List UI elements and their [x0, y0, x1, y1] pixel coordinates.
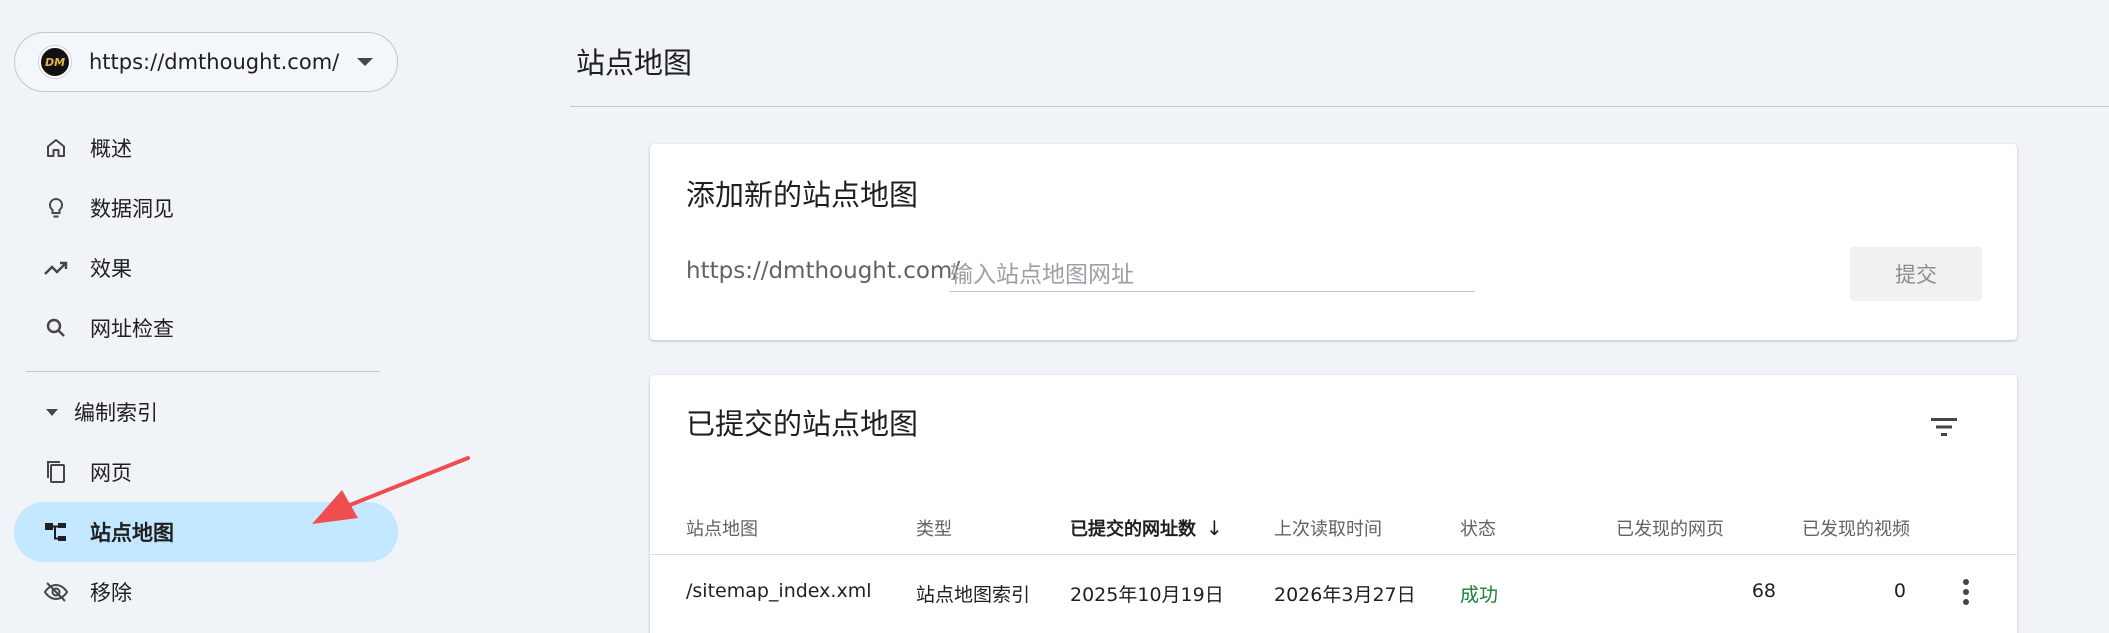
cell-submitted: 2025年10月19日 [1070, 584, 1224, 606]
site-logo: DM [39, 46, 71, 78]
section-indexing-toggle[interactable]: 编制索引 [14, 382, 158, 442]
submit-button[interactable]: 提交 [1850, 247, 1982, 301]
column-header-discovered-videos[interactable]: 已发现的视频 [1802, 515, 1910, 541]
sidebar-item-insights[interactable]: 数据洞见 [14, 178, 398, 238]
page-title: 站点地图 [576, 46, 693, 80]
sidebar-item-overview[interactable]: 概述 [14, 118, 398, 178]
property-url: https://dmthought.com/ [89, 50, 340, 74]
filter-icon [1931, 418, 1957, 436]
sidebar-item-label: 数据洞见 [90, 197, 174, 221]
trending-up-icon [42, 254, 70, 282]
column-header-type[interactable]: 类型 [916, 515, 952, 541]
cell-discovered-videos: 0 [1893, 580, 1906, 602]
table-header: 站点地图 类型 已提交的网址数 ↓ 上次读取时间 状态 已发现的网页 已发现的视频 [650, 495, 2017, 555]
sidebar-item-sitemaps[interactable]: 站点地图 [14, 502, 398, 562]
column-header-sitemap[interactable]: 站点地图 [686, 515, 758, 541]
sidebar-item-label: 网址检查 [90, 317, 174, 341]
section-label: 编制索引 [74, 401, 158, 425]
more-vert-icon[interactable] [1950, 576, 1982, 608]
column-header-discovered-pages[interactable]: 已发现的网页 [1616, 515, 1724, 541]
pages-icon [42, 458, 70, 486]
search-icon [42, 314, 70, 342]
property-selector[interactable]: DM https://dmthought.com/ [14, 32, 398, 92]
submitted-sitemaps-title: 已提交的站点地图 [686, 407, 919, 441]
title-divider [570, 106, 2109, 107]
submitted-sitemaps-card: 已提交的站点地图 站点地图 类型 已提交的网址数 ↓ 上次读取时间 状态 已发现的… [650, 375, 2017, 633]
sidebar-item-label: 效果 [90, 257, 132, 281]
column-header-label: 已提交的网址数 [1070, 519, 1196, 540]
cell-sitemap: /sitemap_index.xml [686, 580, 872, 602]
sidebar-item-label: 概述 [90, 137, 132, 161]
caret-down-icon [46, 408, 58, 416]
column-header-submitted[interactable]: 已提交的网址数 ↓ [1070, 515, 1223, 541]
sidebar-item-label: 站点地图 [90, 521, 174, 545]
sidebar-divider [26, 371, 380, 372]
sidebar-item-label: 网页 [90, 461, 132, 485]
column-header-status[interactable]: 状态 [1460, 515, 1496, 541]
sidebar-item-pages[interactable]: 网页 [14, 442, 398, 502]
filter-button[interactable] [1920, 403, 1968, 451]
column-header-last-read[interactable]: 上次读取时间 [1274, 515, 1382, 541]
add-sitemap-title: 添加新的站点地图 [686, 178, 919, 212]
lightbulb-icon [42, 194, 70, 222]
sitemap-icon [42, 518, 70, 546]
table-row[interactable]: /sitemap_index.xml 站点地图索引 2025年10月19日 20… [650, 556, 2017, 628]
sidebar-item-label: 移除 [90, 581, 132, 605]
sidebar-item-url-inspection[interactable]: 网址检查 [14, 298, 398, 358]
cell-discovered-pages: 68 [1751, 580, 1776, 602]
cell-last-read: 2026年3月27日 [1274, 584, 1416, 606]
cell-type: 站点地图索引 [916, 584, 1031, 606]
sidebar-item-performance[interactable]: 效果 [14, 238, 398, 298]
sidebar-item-removals[interactable]: 移除 [14, 562, 398, 622]
home-icon [42, 134, 70, 162]
sitemap-url-input[interactable] [950, 252, 1475, 292]
chevron-down-icon [357, 58, 373, 66]
sidebar: DM https://dmthought.com/ 概述 数据洞见 效果 网址检… [0, 0, 400, 633]
sitemap-url-prefix: https://dmthought.com/ [686, 258, 961, 284]
status-badge: 成功 [1460, 584, 1499, 606]
add-sitemap-card: 添加新的站点地图 https://dmthought.com/ 提交 [650, 144, 2017, 340]
arrow-down-icon: ↓ [1206, 516, 1223, 540]
visibility-off-icon [42, 578, 70, 606]
